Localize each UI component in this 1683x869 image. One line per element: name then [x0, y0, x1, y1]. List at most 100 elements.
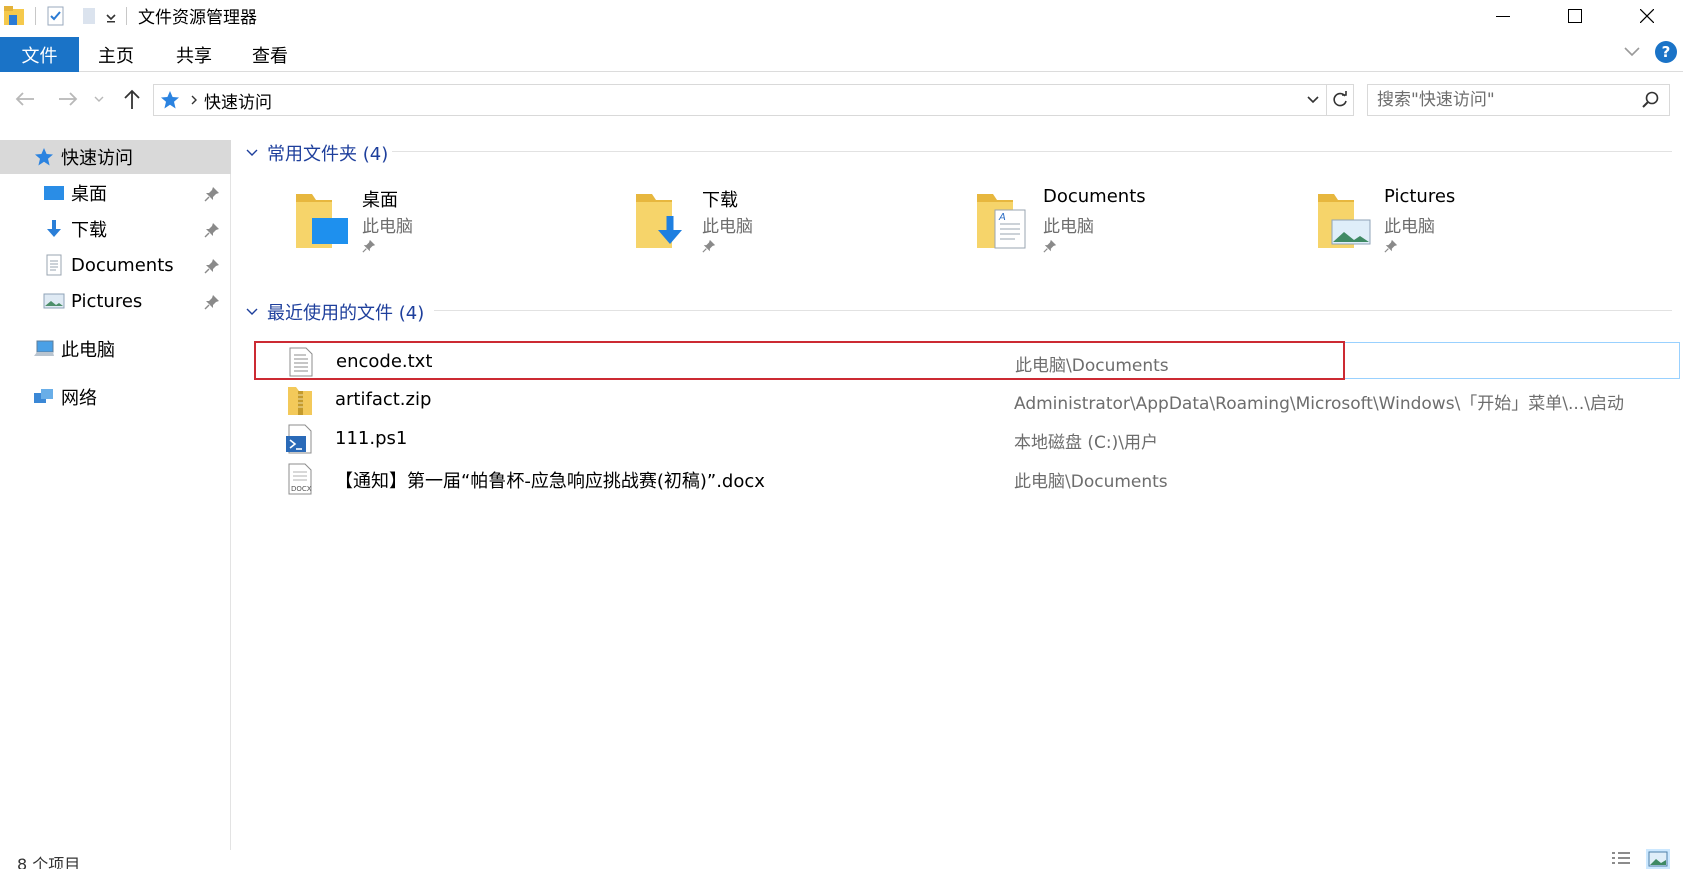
explorer-app-icon[interactable]	[2, 3, 28, 29]
pin-icon[interactable]	[204, 258, 222, 276]
ribbon-tabs: 文件 主页 共享 查看 ?	[0, 37, 1683, 72]
folder-tile-pictures[interactable]: Pictures 此电脑	[1316, 186, 1636, 256]
folder-name: Pictures	[1384, 186, 1456, 207]
navigation-bar: 快速访问	[0, 80, 1683, 118]
pin-icon[interactable]	[362, 238, 376, 258]
documents-folder-icon: A	[975, 190, 1035, 257]
customize-toolbar-chevron-icon[interactable]	[103, 3, 119, 29]
sidebar-item-label: 桌面	[71, 184, 107, 205]
download-arrow-icon	[43, 218, 65, 240]
folder-name: 桌面	[362, 190, 398, 211]
folder-location: 此电脑	[1384, 217, 1435, 237]
sidebar-item-label: 此电脑	[61, 340, 115, 361]
pictures-folder-icon	[1316, 190, 1376, 257]
sidebar-item-documents[interactable]: Documents	[43, 248, 228, 282]
divider	[126, 6, 127, 25]
pin-icon[interactable]	[204, 186, 222, 204]
back-arrow-icon[interactable]	[12, 86, 38, 112]
large-icons-view-icon[interactable]	[1646, 849, 1670, 869]
sidebar-item-quick-access[interactable]: 快速访问	[0, 140, 231, 174]
documents-icon	[43, 254, 65, 276]
folder-location: 此电脑	[1043, 217, 1094, 237]
tab-view[interactable]: 查看	[252, 37, 288, 72]
list-item-111-ps1[interactable]: 111.ps1 本地磁盘 (C:)\用户	[254, 420, 1680, 457]
sidebar-item-label: 下载	[71, 220, 107, 241]
search-icon[interactable]	[1641, 90, 1661, 115]
expand-ribbon-chevron-icon[interactable]	[1623, 42, 1641, 62]
refresh-button[interactable]	[1327, 84, 1354, 116]
properties-icon[interactable]	[43, 3, 69, 29]
file-path: 本地磁盘 (C:)\用户	[1014, 433, 1158, 453]
desktop-icon	[43, 182, 65, 204]
file-name: 【通知】第一届“帕鲁杯-应急响应挑战赛(初稿)”.docx	[335, 471, 765, 492]
sidebar-item-label: 网络	[61, 388, 97, 409]
sidebar-item-pictures[interactable]: Pictures	[43, 284, 228, 318]
network-icon	[33, 386, 55, 408]
maximize-button[interactable]	[1539, 0, 1611, 31]
close-button[interactable]	[1611, 0, 1683, 31]
sidebar-item-desktop[interactable]: 桌面	[43, 176, 228, 210]
address-history-chevron-icon[interactable]	[1306, 94, 1320, 106]
breadcrumb-quick-access[interactable]: 快速访问	[204, 88, 272, 113]
recent-files-header[interactable]: 最近使用的文件 (4)	[245, 299, 424, 325]
section-divider	[434, 310, 1672, 311]
downloads-folder-icon	[634, 190, 694, 257]
item-count: 8 个项目	[17, 855, 81, 869]
sidebar-item-network[interactable]: 网络	[33, 380, 228, 414]
quick-access-star-icon	[33, 146, 55, 168]
minimize-button[interactable]	[1467, 0, 1539, 31]
svg-text:A: A	[998, 212, 1006, 223]
window-title: 文件资源管理器	[138, 8, 257, 28]
collapse-chevron-icon[interactable]	[245, 307, 259, 317]
frequent-folders-header[interactable]: 常用文件夹 (4)	[245, 140, 388, 166]
folder-name: 下载	[702, 190, 738, 211]
tab-home[interactable]: 主页	[98, 37, 134, 72]
annotation-highlight-box	[254, 341, 1345, 380]
tab-share[interactable]: 共享	[176, 37, 212, 72]
folder-name: Documents	[1043, 186, 1146, 207]
search-input[interactable]	[1377, 90, 1627, 110]
folder-location: 此电脑	[702, 217, 753, 237]
pin-icon[interactable]	[204, 294, 222, 312]
pin-icon[interactable]	[702, 238, 716, 258]
status-bar: 8 个项目	[0, 849, 1683, 869]
details-view-icon[interactable]	[1610, 849, 1632, 869]
zip-folder-icon	[286, 385, 314, 415]
file-name: artifact.zip	[335, 389, 432, 410]
pin-icon[interactable]	[1043, 238, 1057, 258]
search-box[interactable]	[1367, 84, 1670, 116]
title-bar: 文件资源管理器	[0, 0, 1683, 31]
folder-tile-downloads[interactable]: 下载 此电脑	[634, 186, 954, 256]
sidebar-item-downloads[interactable]: 下载	[43, 212, 228, 246]
list-item-notice-docx[interactable]: DOCX 【通知】第一届“帕鲁杯-应急响应挑战赛(初稿)”.docx 此电脑\D…	[254, 459, 1680, 496]
folder-tile-desktop[interactable]: 桌面 此电脑	[294, 186, 614, 256]
sidebar-item-this-pc[interactable]: 此电脑	[33, 332, 228, 366]
sidebar-item-label: Documents	[71, 254, 174, 276]
forward-arrow-icon[interactable]	[55, 86, 81, 112]
tab-file[interactable]: 文件	[0, 37, 79, 72]
docx-file-icon: DOCX	[286, 463, 314, 495]
file-path: 此电脑\Documents	[1014, 472, 1168, 492]
up-arrow-icon[interactable]	[119, 86, 145, 112]
section-title: 常用文件夹 (4)	[267, 144, 389, 165]
sidebar-item-label: Pictures	[71, 290, 143, 312]
address-bar[interactable]: 快速访问	[153, 84, 1327, 116]
section-divider	[392, 151, 1672, 152]
divider	[35, 6, 36, 25]
quick-access-star-icon	[160, 90, 180, 110]
desktop-folder-icon	[294, 190, 354, 257]
collapse-chevron-icon[interactable]	[245, 148, 259, 158]
folder-tile-documents[interactable]: A Documents 此电脑	[975, 186, 1295, 256]
pin-icon[interactable]	[204, 222, 222, 240]
file-path: Administrator\AppData\Roaming\Microsoft\…	[1014, 394, 1624, 414]
section-title: 最近使用的文件 (4)	[267, 303, 425, 324]
list-item-artifact-zip[interactable]: artifact.zip Administrator\AppData\Roami…	[254, 381, 1680, 418]
svg-text:DOCX: DOCX	[291, 485, 312, 493]
pin-icon[interactable]	[1384, 238, 1398, 258]
recent-locations-chevron-icon[interactable]	[91, 86, 107, 112]
breadcrumb-separator-icon[interactable]	[190, 94, 198, 106]
help-icon[interactable]: ?	[1655, 41, 1677, 63]
quick-access-toolbar: 文件资源管理器	[0, 0, 257, 31]
new-folder-icon[interactable]	[77, 3, 103, 29]
computer-icon	[33, 338, 55, 360]
